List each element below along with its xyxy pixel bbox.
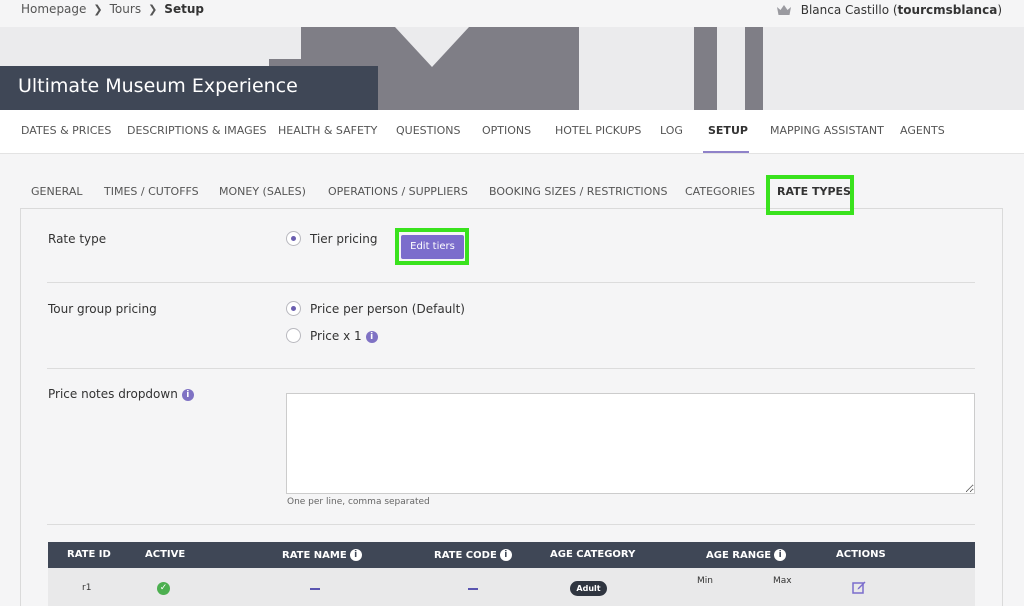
col-rate-name-wrap: RATE NAME i <box>282 549 362 561</box>
tab-mapping-assistant[interactable]: MAPPING ASSISTANT <box>770 124 884 137</box>
crown-icon <box>776 5 791 15</box>
price-x1-option: Price x 1i <box>310 329 378 343</box>
price-x1-label: Price x 1 <box>310 329 362 343</box>
price-x1-radio[interactable] <box>286 328 301 343</box>
col-rate-id: RATE ID <box>67 549 111 560</box>
top-bar: Homepage ❯ Tours ❯ Setup Blanca Castillo… <box>0 0 1024 27</box>
active-tab-indicator <box>703 151 749 153</box>
page-title: Ultimate Museum Experience <box>0 66 378 110</box>
col-rate-code: RATE CODE <box>434 550 497 561</box>
tab-log[interactable]: LOG <box>660 124 683 137</box>
tab-options[interactable]: OPTIONS <box>482 124 531 137</box>
table-row: r1 ✓ Adult Min Max <box>48 568 975 606</box>
tab-hotel-pickups[interactable]: HOTEL PICKUPS <box>555 124 641 137</box>
subtab-operations-suppliers[interactable]: OPERATIONS / SUPPLIERS <box>328 185 468 198</box>
breadcrumb-tours[interactable]: Tours <box>110 2 141 16</box>
chevron-right-icon: ❯ <box>93 2 103 16</box>
user-handle: tourcmsblanca <box>897 3 998 17</box>
divider <box>47 282 975 283</box>
group-pricing-label: Tour group pricing <box>48 302 157 316</box>
age-min-label: Min <box>697 576 713 586</box>
info-icon[interactable]: i <box>181 388 194 401</box>
rates-table-header: RATE ID ACTIVE RATE NAME i RATE CODE i AGE… <box>48 542 975 568</box>
breadcrumb-current: Setup <box>164 2 204 16</box>
divider <box>47 524 975 525</box>
subtab-times-cutoffs[interactable]: TIMES / CUTOFFS <box>104 185 199 198</box>
age-category-badge: Adult <box>570 581 607 596</box>
rate-types-highlight <box>766 175 854 215</box>
col-rate-code-wrap: RATE CODE i <box>434 549 512 561</box>
edit-tiers-highlight <box>395 228 469 265</box>
subtab-booking-sizes[interactable]: BOOKING SIZES / RESTRICTIONS <box>489 185 667 198</box>
price-per-person-radio[interactable] <box>286 301 301 316</box>
age-max-label: Max <box>773 576 792 586</box>
tab-health-safety[interactable]: HEALTH & SAFETY <box>278 124 377 137</box>
rate-name-empty <box>310 588 320 590</box>
info-icon[interactable]: i <box>365 330 378 343</box>
edit-icon[interactable] <box>852 580 866 594</box>
tab-agents[interactable]: AGENTS <box>900 124 945 137</box>
price-notes-hint: One per line, comma separated <box>287 497 430 507</box>
breadcrumb-home[interactable]: Homepage <box>21 2 86 16</box>
col-age-category: AGE CATEGORY <box>550 549 636 560</box>
price-notes-textarea[interactable] <box>286 393 975 494</box>
subtab-money-sales[interactable]: MONEY (SALES) <box>219 185 306 198</box>
divider <box>47 368 975 369</box>
check-circle-icon: ✓ <box>157 582 170 595</box>
tab-descriptions-images[interactable]: DESCRIPTIONS & IMAGES <box>127 124 267 137</box>
tier-pricing-radio[interactable] <box>286 231 301 246</box>
price-notes-label-wrap: Price notes dropdown i <box>48 387 194 401</box>
col-actions: ACTIONS <box>836 549 886 560</box>
breadcrumb: Homepage ❯ Tours ❯ Setup <box>21 2 204 16</box>
rate-id-cell: r1 <box>82 583 92 593</box>
col-age-range-wrap: AGE RANGE i <box>706 549 787 561</box>
info-icon[interactable]: i <box>499 549 512 561</box>
chevron-right-icon: ❯ <box>148 2 158 16</box>
tab-questions[interactable]: QUESTIONS <box>396 124 460 137</box>
tour-banner: Ultimate Museum Experience <box>0 27 1024 110</box>
info-icon[interactable]: i <box>774 549 787 561</box>
tier-pricing-label: Tier pricing <box>310 232 378 246</box>
price-notes-label: Price notes dropdown <box>48 387 178 401</box>
price-per-person-label: Price per person (Default) <box>310 302 465 316</box>
user-menu[interactable]: Blanca Castillo (tourcmsblanca) <box>776 3 1002 17</box>
subtab-general[interactable]: GENERAL <box>31 185 83 198</box>
info-icon[interactable]: i <box>349 549 362 561</box>
tab-setup[interactable]: SETUP <box>708 124 748 137</box>
main-nav: DATES & PRICES DESCRIPTIONS & IMAGES HEA… <box>0 110 1024 154</box>
col-active: ACTIVE <box>145 549 186 560</box>
user-name: Blanca Castillo <box>800 3 890 17</box>
subtab-categories[interactable]: CATEGORIES <box>685 185 755 198</box>
rate-type-label: Rate type <box>48 232 107 246</box>
col-rate-name: RATE NAME <box>282 550 347 561</box>
tab-dates-prices[interactable]: DATES & PRICES <box>21 124 111 137</box>
col-age-range: AGE RANGE <box>706 550 772 561</box>
rate-code-empty <box>468 588 478 590</box>
